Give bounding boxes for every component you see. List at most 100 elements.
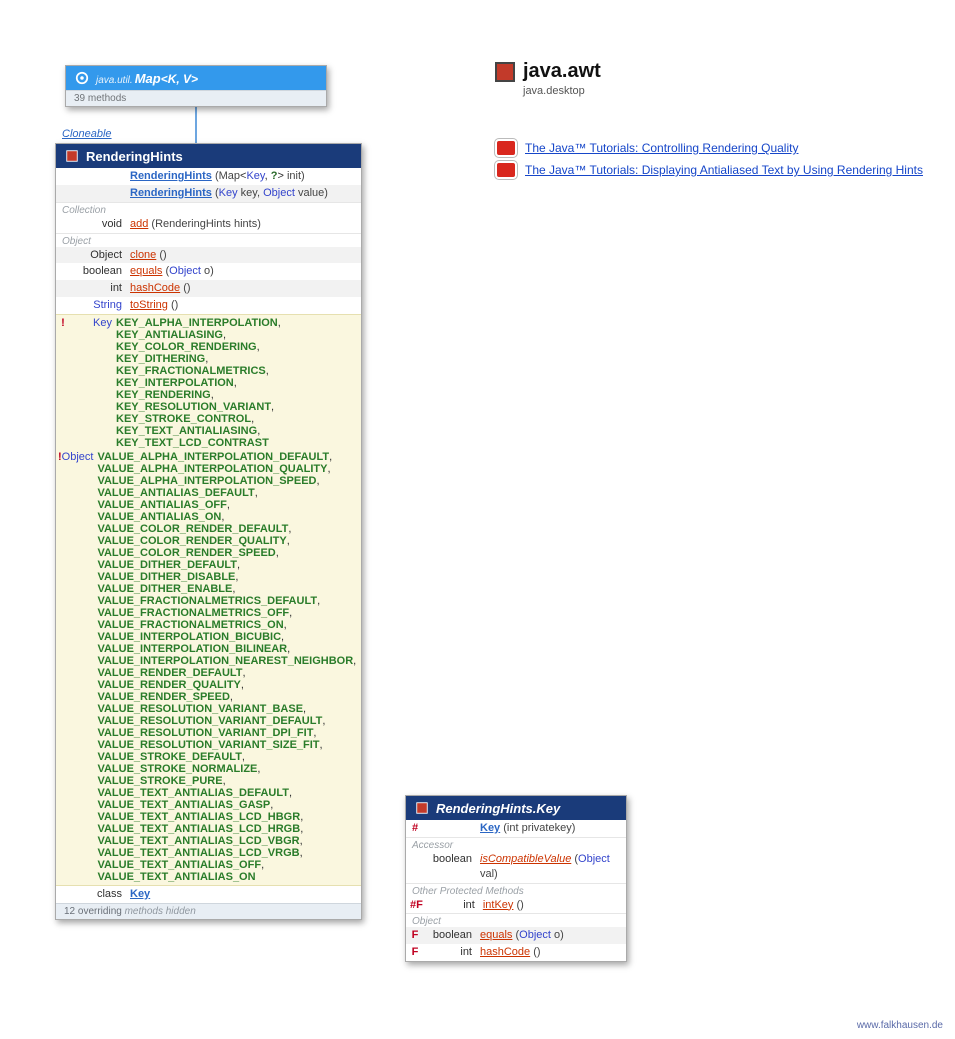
constant[interactable]: KEY_STROKE_CONTROL xyxy=(116,413,251,425)
method-row: StringtoString () xyxy=(56,297,361,314)
method-name[interactable]: add xyxy=(130,218,148,230)
footer-rest: methods hidden xyxy=(122,906,196,917)
constant[interactable]: KEY_RENDERING xyxy=(116,389,211,401)
constant[interactable]: VALUE_INTERPOLATION_BILINEAR xyxy=(97,643,287,655)
resource-link[interactable]: The Java™ Tutorials: Displaying Antialia… xyxy=(525,163,923,177)
constant[interactable]: VALUE_RESOLUTION_VARIANT_SIZE_FIT xyxy=(97,739,319,751)
constant[interactable]: VALUE_INTERPOLATION_NEAREST_NEIGHBOR xyxy=(97,655,353,667)
constant[interactable]: KEY_INTERPOLATION xyxy=(116,377,234,389)
method-name[interactable]: isCompatibleValue xyxy=(480,853,571,865)
resource-link-row: The Java™ Tutorials: Displaying Antialia… xyxy=(495,161,923,179)
inner-class-row: class Key xyxy=(56,886,361,903)
constant[interactable]: VALUE_TEXT_ANTIALIAS_LCD_HBGR xyxy=(97,811,300,823)
innerclass-kw: class xyxy=(97,888,122,900)
method-row: booleanequals (Object o) xyxy=(56,263,361,280)
constant[interactable]: KEY_TEXT_ANTIALIASING xyxy=(116,425,257,437)
package-icon xyxy=(495,62,515,82)
constant[interactable]: KEY_TEXT_LCD_CONTRAST xyxy=(116,437,269,449)
static-flag: ! xyxy=(56,317,68,449)
section-label: Collection xyxy=(56,202,361,216)
constant[interactable]: VALUE_RESOLUTION_VARIANT_DPI_FIT xyxy=(97,727,313,739)
cloneable-interface-link[interactable]: Cloneable xyxy=(62,128,112,140)
constant[interactable]: VALUE_STROKE_NORMALIZE xyxy=(97,763,257,775)
constructor-row: RenderingHints (Map<Key, ?> init) xyxy=(56,168,361,185)
innerclass-link[interactable]: Key xyxy=(130,888,150,900)
constant[interactable]: VALUE_DITHER_ENABLE xyxy=(97,583,232,595)
key-ctor-name: Key xyxy=(480,822,500,834)
map-interface-box[interactable]: java.util.Map<K, V> 39 methods xyxy=(65,65,327,107)
renderinghints-key-box[interactable]: RenderingHints.Key # Key (int privatekey… xyxy=(405,795,627,962)
constant[interactable]: VALUE_TEXT_ANTIALIAS_LCD_VBGR xyxy=(97,835,299,847)
module-name: java.desktop xyxy=(523,85,601,97)
method-name[interactable]: equals xyxy=(480,929,512,941)
method-name[interactable]: hashCode xyxy=(480,946,530,958)
method-name[interactable]: hashCode xyxy=(130,282,180,294)
constant[interactable]: KEY_RESOLUTION_VARIANT xyxy=(116,401,271,413)
constant[interactable]: VALUE_TEXT_ANTIALIAS_DEFAULT xyxy=(97,787,289,799)
constant[interactable]: VALUE_COLOR_RENDER_QUALITY xyxy=(97,535,286,547)
method-name[interactable]: equals xyxy=(130,265,162,277)
watermark-link[interactable]: www.falkhausen.de xyxy=(857,1020,943,1031)
method-name[interactable]: intKey xyxy=(483,899,514,911)
constant[interactable]: KEY_FRACTIONALMETRICS xyxy=(116,365,266,377)
constant[interactable]: VALUE_ALPHA_INTERPOLATION_SPEED xyxy=(97,475,316,487)
constant[interactable]: VALUE_RENDER_QUALITY xyxy=(97,679,240,691)
value-const-type: Object xyxy=(62,451,94,463)
constant[interactable]: VALUE_TEXT_ANTIALIAS_LCD_VRGB xyxy=(97,847,299,859)
inheritance-connector xyxy=(195,103,197,143)
resource-links: The Java™ Tutorials: Controlling Renderi… xyxy=(495,135,923,183)
renderinghints-header: RenderingHints xyxy=(56,144,361,168)
constant[interactable]: VALUE_TEXT_ANTIALIAS_ON xyxy=(97,871,255,883)
class-icon xyxy=(414,800,430,816)
package-name: java.awt xyxy=(523,60,601,83)
key-box-header: RenderingHints.Key xyxy=(406,796,626,820)
constant[interactable]: VALUE_STROKE_PURE xyxy=(97,775,222,787)
constant[interactable]: VALUE_COLOR_RENDER_SPEED xyxy=(97,547,275,559)
constants-list: KEY_ALPHA_INTERPOLATION,KEY_ANTIALIASING… xyxy=(116,317,361,449)
section-label: Other Protected Methods xyxy=(406,883,626,897)
map-box-header: java.util.Map<K, V> xyxy=(66,66,326,90)
key-box-title: RenderingHints.Key xyxy=(436,801,560,816)
map-method-count: 39 methods xyxy=(66,90,326,106)
constant[interactable]: KEY_DITHERING xyxy=(116,353,205,365)
constant[interactable]: KEY_ANTIALIASING xyxy=(116,329,223,341)
constant[interactable]: VALUE_RESOLUTION_VARIANT_BASE xyxy=(97,703,303,715)
resource-link[interactable]: The Java™ Tutorials: Controlling Renderi… xyxy=(525,141,798,155)
constant[interactable]: VALUE_RENDER_SPEED xyxy=(97,691,229,703)
constant[interactable]: VALUE_TEXT_ANTIALIAS_OFF xyxy=(97,859,261,871)
method-row: #FintintKey () xyxy=(406,897,626,914)
constant[interactable]: VALUE_RESOLUTION_VARIANT_DEFAULT xyxy=(97,715,322,727)
map-name: Map xyxy=(135,71,161,86)
constant[interactable]: VALUE_FRACTIONALMETRICS_OFF xyxy=(97,607,289,619)
method-row: Objectclone () xyxy=(56,247,361,264)
method-row: voidadd (RenderingHints hints) xyxy=(56,216,361,233)
constant[interactable]: VALUE_ALPHA_INTERPOLATION_DEFAULT xyxy=(97,451,329,463)
resource-link-row: The Java™ Tutorials: Controlling Renderi… xyxy=(495,139,923,157)
constant[interactable]: VALUE_DITHER_DISABLE xyxy=(97,571,235,583)
method-name[interactable]: toString xyxy=(130,299,168,311)
constant[interactable]: VALUE_STROKE_DEFAULT xyxy=(97,751,241,763)
constant[interactable]: VALUE_FRACTIONALMETRICS_DEFAULT xyxy=(97,595,317,607)
map-type-params: <K, V> xyxy=(161,72,198,86)
constant[interactable]: VALUE_TEXT_ANTIALIAS_GASP xyxy=(97,799,270,811)
constant[interactable]: VALUE_ANTIALIAS_OFF xyxy=(97,499,226,511)
constant[interactable]: KEY_ALPHA_INTERPOLATION xyxy=(116,317,278,329)
constant[interactable]: VALUE_TEXT_ANTIALIAS_LCD_HRGB xyxy=(97,823,300,835)
constant[interactable]: KEY_COLOR_RENDERING xyxy=(116,341,257,353)
constant[interactable]: VALUE_ALPHA_INTERPOLATION_QUALITY xyxy=(97,463,327,475)
constant[interactable]: VALUE_INTERPOLATION_BICUBIC xyxy=(97,631,281,643)
constant[interactable]: VALUE_ANTIALIAS_DEFAULT xyxy=(97,487,254,499)
constant[interactable]: VALUE_FRACTIONALMETRICS_ON xyxy=(97,619,283,631)
constant[interactable]: VALUE_COLOR_RENDER_DEFAULT xyxy=(97,523,288,535)
method-name[interactable]: clone xyxy=(130,249,156,261)
constructor-list: RenderingHints (Map<Key, ?> init)Renderi… xyxy=(56,168,361,202)
map-pkg: java.util. xyxy=(96,75,133,86)
constant[interactable]: VALUE_ANTIALIAS_ON xyxy=(97,511,221,523)
diagram-canvas: java.util.Map<K, V> 39 methods Cloneable… xyxy=(0,0,955,1039)
main-footer: 12 overriding methods hidden xyxy=(56,903,361,919)
constructor-row: RenderingHints (Key key, Object value) xyxy=(56,185,361,202)
renderinghints-title: RenderingHints xyxy=(86,149,183,164)
renderinghints-class-box[interactable]: RenderingHints RenderingHints (Map<Key, … xyxy=(55,143,362,920)
constant[interactable]: VALUE_RENDER_DEFAULT xyxy=(97,667,242,679)
constant[interactable]: VALUE_DITHER_DEFAULT xyxy=(97,559,237,571)
